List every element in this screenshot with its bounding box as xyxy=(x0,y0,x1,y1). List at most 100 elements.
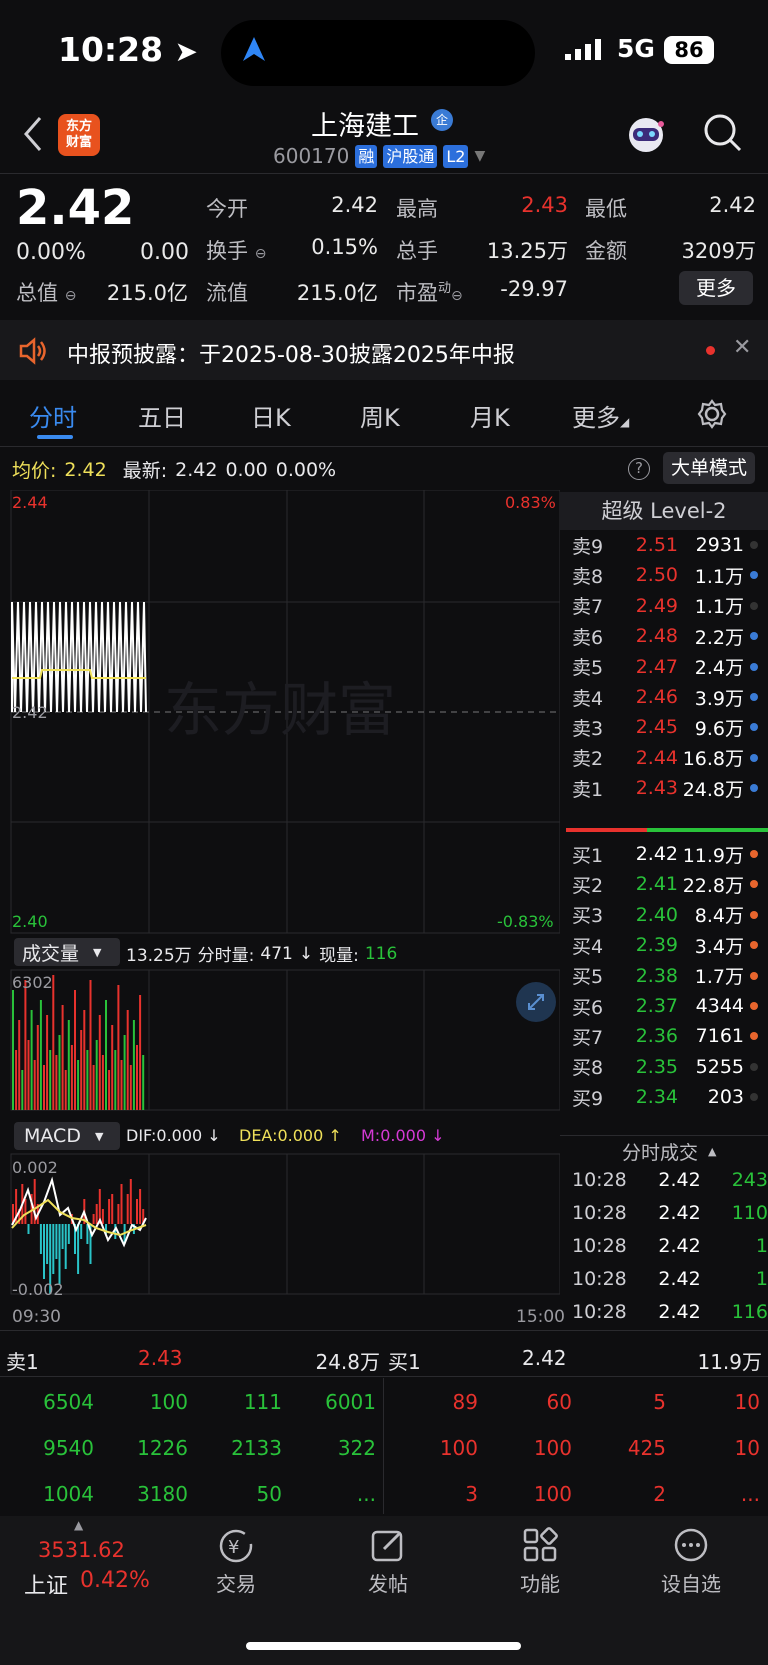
nav-post[interactable]: 发帖 xyxy=(338,1568,438,1597)
ask-label: 卖9 xyxy=(572,535,604,558)
ask-dot xyxy=(750,662,758,671)
queue-buy-volume: 11.9万 xyxy=(697,1350,762,1374)
tab-weekly-k[interactable]: 周K xyxy=(360,398,400,433)
macd-bar xyxy=(58,1224,61,1284)
macd-bar xyxy=(39,1224,42,1254)
back-icon[interactable] xyxy=(22,116,44,152)
stock-code-row[interactable]: 600170 融 沪股通 L2 ▼ xyxy=(273,144,485,168)
macd-selector[interactable]: MACD ▼ xyxy=(14,1122,120,1150)
ask-volume: 2931 xyxy=(695,534,744,556)
ask-row[interactable]: 卖7 2.49 1.1万 xyxy=(560,591,768,621)
volume-bar xyxy=(98,1015,101,1110)
l2-tag: L2 xyxy=(443,144,469,168)
bid-label: 买9 xyxy=(572,1087,604,1110)
bid-row[interactable]: 买5 2.38 1.7万 xyxy=(560,961,768,991)
ask-row[interactable]: 卖2 2.44 16.8万 xyxy=(560,743,768,773)
ask-row[interactable]: 卖8 2.50 1.1万 xyxy=(560,560,768,590)
nav-watchlist[interactable]: 设自选 xyxy=(641,1568,741,1597)
ask-row[interactable]: 卖1 2.43 24.8万 xyxy=(560,773,768,803)
ask-bid-divider xyxy=(566,828,768,832)
volume-bar xyxy=(139,995,142,1110)
macd-bar xyxy=(43,1224,45,1279)
ask-row[interactable]: 卖5 2.47 2.4万 xyxy=(560,652,768,682)
volume-bar xyxy=(74,990,76,1110)
bid-row[interactable]: 买3 2.40 8.4万 xyxy=(560,900,768,930)
divider xyxy=(0,173,768,174)
ask-row[interactable]: 卖9 2.51 2931 xyxy=(560,530,768,560)
buy-queue-cell: 60 xyxy=(546,1390,572,1414)
ask-label: 卖6 xyxy=(572,626,604,649)
tab-daily-k[interactable]: 日K xyxy=(251,398,291,433)
bid-row[interactable]: 买1 2.42 11.9万 xyxy=(560,839,768,869)
bid-label: 买8 xyxy=(572,1057,604,1080)
functions-icon[interactable] xyxy=(522,1527,558,1563)
trade-row: 10:28 2.42 1 xyxy=(560,1262,768,1295)
nav-functions[interactable]: 功能 xyxy=(490,1568,590,1597)
macd-bar xyxy=(46,1224,49,1264)
intraday-chart[interactable]: 东方财富 xyxy=(0,490,560,1330)
volume-bar xyxy=(114,1050,117,1110)
tab-more[interactable]: 更多◢ xyxy=(572,398,629,433)
volume-bar xyxy=(36,1025,39,1110)
bid-row[interactable]: 买7 2.36 7161 xyxy=(560,1021,768,1051)
ask-label: 卖3 xyxy=(572,717,604,740)
index-name[interactable]: 上证 xyxy=(24,1568,68,1600)
settings-gear-icon[interactable] xyxy=(697,399,727,429)
network-type: 5G xyxy=(617,34,655,63)
bid-row[interactable]: 买9 2.34 203 xyxy=(560,1082,768,1112)
search-icon[interactable] xyxy=(703,113,743,153)
trade-icon[interactable]: ¥ xyxy=(217,1528,255,1564)
status-bar: 10:28 ➤ 5G 86 xyxy=(0,0,768,100)
bid-row[interactable]: 买8 2.35 5255 xyxy=(560,1052,768,1082)
assistant-robot-icon[interactable] xyxy=(625,114,667,156)
nav-trade[interactable]: 交易 xyxy=(186,1568,286,1597)
bid-row[interactable]: 买2 2.41 22.8万 xyxy=(560,869,768,899)
bid-volume: 4344 xyxy=(695,995,744,1017)
index-percent[interactable]: 0.42% xyxy=(80,1568,150,1593)
bid-price: 2.36 xyxy=(635,1025,678,1048)
bid-row[interactable]: 买6 2.37 4344 xyxy=(560,991,768,1021)
macd-axis-bottom: -0.002 xyxy=(12,1280,64,1299)
ask-row[interactable]: 卖4 2.46 3.9万 xyxy=(560,682,768,712)
ask-price: 2.44 xyxy=(635,746,678,769)
ask-price: 2.49 xyxy=(635,594,678,617)
volume-bar xyxy=(101,1055,104,1110)
bid-row[interactable]: 买4 2.39 3.4万 xyxy=(560,930,768,960)
trade-time: 10:28 xyxy=(572,1234,627,1257)
bid-price: 2.39 xyxy=(635,934,678,957)
close-icon[interactable]: ✕ xyxy=(733,335,751,360)
volume-summary: 13.25万 分时量: 471 ↓ 现量: 116 xyxy=(126,943,398,967)
post-icon[interactable] xyxy=(370,1527,406,1563)
enterprise-badge: 企 xyxy=(431,109,453,131)
trade-time: 10:28 xyxy=(572,1201,627,1224)
watchlist-icon[interactable] xyxy=(673,1527,709,1563)
ask-row[interactable]: 卖6 2.48 2.2万 xyxy=(560,621,768,651)
macd-bar xyxy=(52,1224,55,1274)
macd-dea: DEA:0.000 ↑ xyxy=(239,1126,342,1145)
more-button[interactable]: 更多 xyxy=(679,271,753,305)
ask-row[interactable]: 卖3 2.45 9.6万 xyxy=(560,712,768,742)
bid-price: 2.38 xyxy=(635,964,678,987)
high-label: 最高 xyxy=(396,197,438,221)
help-icon[interactable]: ? xyxy=(628,458,650,480)
dynamic-island xyxy=(221,20,535,86)
pe-label: 市盈动⊖ xyxy=(396,281,463,305)
index-value[interactable]: 3531.62 xyxy=(38,1538,125,1562)
level2-title[interactable]: 超级 Level-2 xyxy=(560,492,768,530)
ask-volume: 1.1万 xyxy=(694,596,744,619)
big-order-mode-button[interactable]: 大单模式 xyxy=(663,452,755,484)
current-price: 2.42 xyxy=(16,180,135,236)
info-icon: ⊖ xyxy=(64,288,77,304)
tab-five-day[interactable]: 五日 xyxy=(138,398,186,433)
notice-text: 中报预披露：于2025-08-30披露2025年中报 xyxy=(67,343,515,368)
buy-queue-cell: 89 xyxy=(452,1390,478,1414)
divider xyxy=(383,1378,384,1514)
tab-intraday[interactable]: 分时 xyxy=(29,398,77,433)
bid-label: 买3 xyxy=(572,905,604,928)
macd-bar xyxy=(95,1204,98,1224)
volume-selector[interactable]: 成交量 ▼ xyxy=(14,938,120,966)
trades-title[interactable]: 分时成交 ▲ xyxy=(622,1138,716,1165)
dropdown-arrow-icon: ▼ xyxy=(474,148,486,164)
tab-monthly-k[interactable]: 月K xyxy=(470,398,510,433)
macd-bar xyxy=(101,1209,104,1224)
